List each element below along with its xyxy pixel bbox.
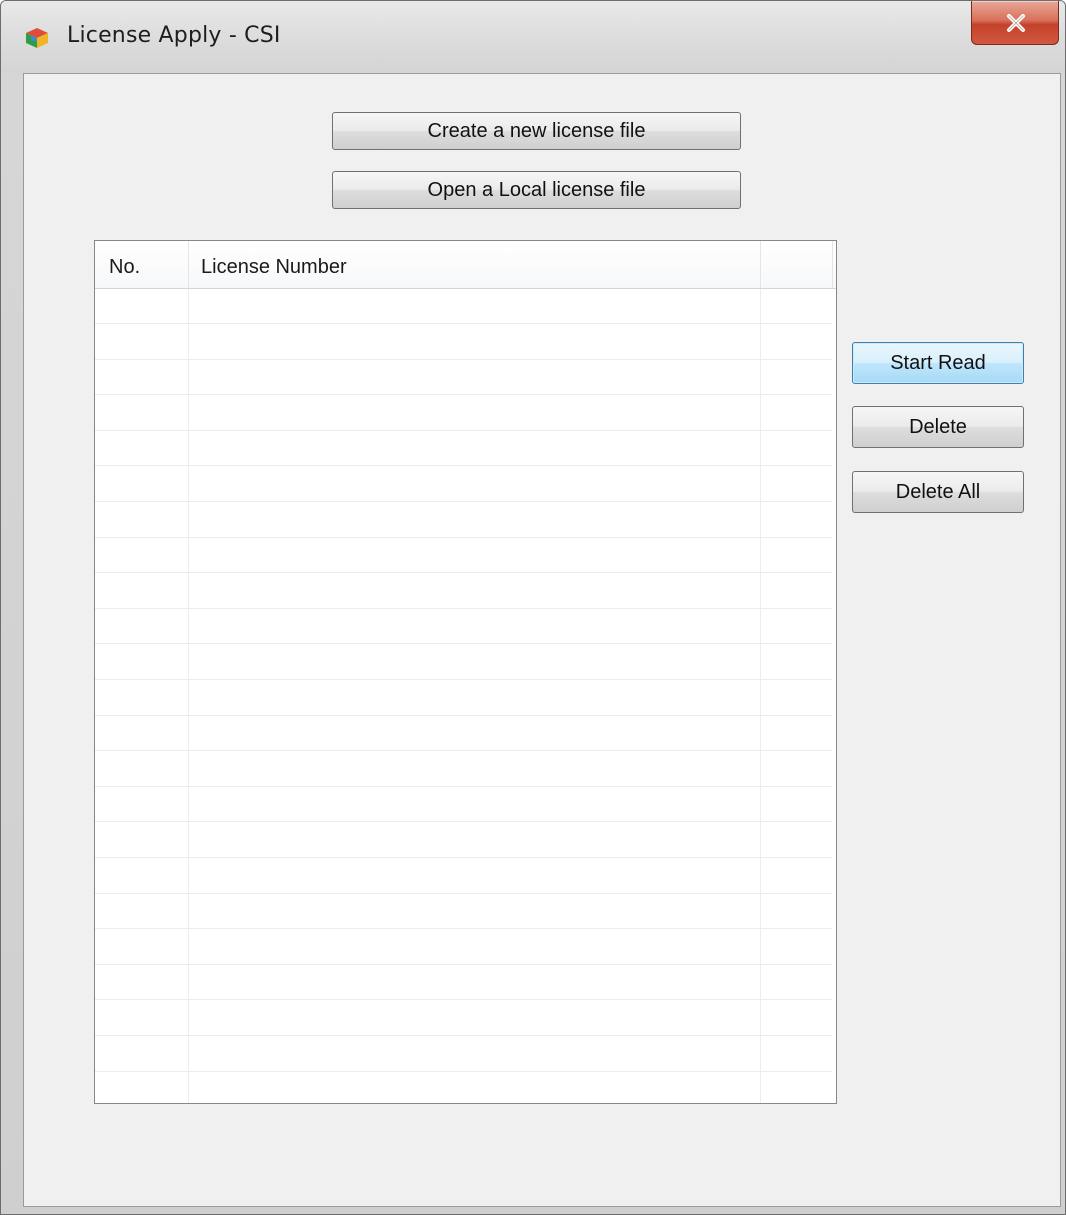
column-header-empty[interactable] xyxy=(761,241,833,288)
table-row[interactable] xyxy=(95,609,832,644)
close-button[interactable] xyxy=(971,1,1059,45)
column-header-license-number[interactable]: License Number xyxy=(189,241,761,288)
license-list[interactable]: No. License Number xyxy=(94,240,837,1104)
table-row[interactable] xyxy=(95,716,832,751)
start-read-button[interactable]: Start Read xyxy=(852,342,1024,384)
table-row[interactable] xyxy=(95,396,832,431)
license-list-header: No. License Number xyxy=(95,241,836,289)
table-row[interactable] xyxy=(95,289,832,324)
table-row[interactable] xyxy=(95,645,832,680)
close-icon xyxy=(1007,14,1025,32)
column-divider xyxy=(188,289,189,1103)
table-row[interactable] xyxy=(95,1037,832,1072)
table-row[interactable] xyxy=(95,467,832,502)
table-row[interactable] xyxy=(95,823,832,858)
table-row[interactable] xyxy=(95,681,832,716)
table-row[interactable] xyxy=(95,787,832,822)
open-local-license-file-button[interactable]: Open a Local license file xyxy=(332,171,741,209)
title-bar[interactable]: License Apply - CSI xyxy=(1,1,1065,73)
column-header-no[interactable]: No. xyxy=(95,241,189,288)
delete-all-button[interactable]: Delete All xyxy=(852,471,1024,513)
window-title: License Apply - CSI xyxy=(67,23,281,48)
create-license-file-button[interactable]: Create a new license file xyxy=(332,112,741,150)
table-row[interactable] xyxy=(95,574,832,609)
table-row[interactable] xyxy=(95,930,832,965)
license-list-body[interactable] xyxy=(95,289,836,1103)
dialog-client-area: Create a new license file Open a Local l… xyxy=(23,73,1061,1207)
table-row[interactable] xyxy=(95,360,832,395)
license-apply-window: License Apply - CSI Create a new license… xyxy=(0,0,1066,1215)
colored-cube-icon xyxy=(25,27,49,49)
table-row[interactable] xyxy=(95,859,832,894)
table-row[interactable] xyxy=(95,1001,832,1036)
table-row[interactable] xyxy=(95,752,832,787)
table-row[interactable] xyxy=(95,965,832,1000)
table-row[interactable] xyxy=(95,538,832,573)
table-row[interactable] xyxy=(95,325,832,360)
table-row[interactable] xyxy=(95,894,832,929)
table-row[interactable] xyxy=(95,431,832,466)
table-row[interactable] xyxy=(95,503,832,538)
column-divider xyxy=(760,289,761,1103)
delete-button[interactable]: Delete xyxy=(852,406,1024,448)
